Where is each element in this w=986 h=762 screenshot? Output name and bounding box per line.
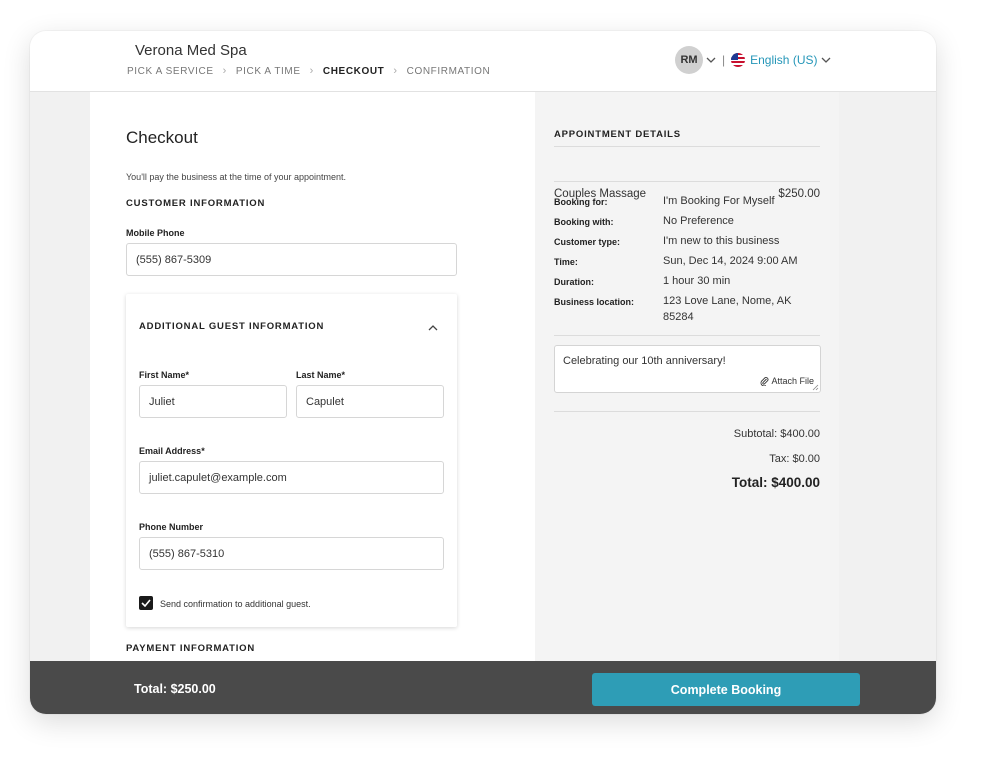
- detail-label: Customer type:: [554, 237, 621, 247]
- avatar[interactable]: RM: [675, 46, 703, 74]
- additional-guest-heading: ADDITIONAL GUEST INFORMATION: [139, 321, 325, 332]
- appointment-details-heading: APPOINTMENT DETAILS: [554, 129, 681, 140]
- divider: |: [722, 53, 726, 67]
- payment-note: You'll pay the business at the time of y…: [126, 172, 347, 182]
- grand-total: Total: $400.00: [731, 475, 820, 490]
- send-confirmation-checkbox[interactable]: [139, 596, 153, 610]
- send-confirmation-label: Send confirmation to additional guest.: [160, 599, 311, 609]
- phone-number-label: Phone Number: [139, 522, 204, 532]
- last-name-input[interactable]: Capulet: [296, 385, 444, 418]
- paperclip-icon: [761, 377, 769, 386]
- appointment-notes-textarea[interactable]: Celebrating our 10th anniversary! Attach…: [554, 345, 821, 393]
- breadcrumb: PICK A SERVICE › PICK A TIME › CHECKOUT …: [127, 65, 499, 77]
- detail-label: Time:: [554, 257, 578, 267]
- footer-total: Total: $250.00: [134, 682, 216, 696]
- detail-label: Booking with:: [554, 217, 614, 227]
- payment-info-heading: PAYMENT INFORMATION: [126, 643, 256, 654]
- detail-value: I'm Booking For Myself: [663, 195, 775, 207]
- email-label: Email Address*: [139, 446, 205, 456]
- detail-value: 1 hour 30 min: [663, 275, 731, 287]
- breadcrumb-chevron-icon: ›: [309, 65, 314, 77]
- detail-value: No Preference: [663, 215, 734, 227]
- footer-bar: Total: $250.00 Complete Booking: [30, 661, 936, 714]
- tax: Tax: $0.00: [769, 453, 820, 465]
- breadcrumb-confirmation: CONFIRMATION: [406, 65, 491, 77]
- subtotal: Subtotal: $400.00: [733, 428, 820, 440]
- booking-window: Verona Med Spa PICK A SERVICE › PICK A T…: [30, 31, 936, 714]
- complete-booking-button[interactable]: Complete Booking: [592, 673, 860, 706]
- resize-handle-icon[interactable]: [812, 384, 819, 391]
- detail-value: 123 Love Lane, Nome, AK 85284: [663, 295, 792, 323]
- detail-label: Duration:: [554, 277, 594, 287]
- header-user-controls: RM | English (US): [675, 46, 831, 74]
- breadcrumb-pick-a-time[interactable]: PICK A TIME: [236, 66, 310, 77]
- customer-info-heading: CUSTOMER INFORMATION: [126, 198, 266, 209]
- divider: [554, 146, 820, 147]
- language-selector[interactable]: English (US): [750, 53, 817, 67]
- breadcrumb-checkout: CHECKOUT: [322, 65, 385, 77]
- appointment-details-panel: APPOINTMENT DETAILS Couples Massage $250…: [535, 92, 839, 662]
- checkout-panel: Checkout You'll pay the business at the …: [90, 92, 535, 662]
- divider: [554, 181, 820, 182]
- attach-file-button[interactable]: Attach File: [760, 376, 814, 386]
- breadcrumb-pick-a-service[interactable]: PICK A SERVICE: [127, 66, 223, 77]
- us-flag-icon: [731, 53, 746, 67]
- divider: [554, 411, 820, 412]
- chevron-down-icon[interactable]: [706, 55, 716, 66]
- email-input[interactable]: juliet.capulet@example.com: [139, 461, 444, 494]
- chevron-down-icon[interactable]: [821, 55, 831, 66]
- page-title: Checkout: [126, 128, 198, 147]
- detail-value: Sun, Dec 14, 2024 9:00 AM: [663, 255, 798, 267]
- detail-label: Business location:: [554, 297, 635, 307]
- breadcrumb-chevron-icon: ›: [222, 65, 227, 77]
- check-icon: [141, 599, 151, 607]
- first-name-label: First Name*: [139, 370, 190, 380]
- notes-text: Celebrating our 10th anniversary!: [563, 355, 726, 367]
- phone-number-input[interactable]: (555) 867-5310: [139, 537, 444, 570]
- attach-file-label: Attach File: [771, 376, 814, 386]
- breadcrumb-chevron-icon: ›: [393, 65, 398, 77]
- chevron-up-icon[interactable]: [428, 318, 438, 331]
- divider: [554, 335, 820, 336]
- first-name-input[interactable]: Juliet: [139, 385, 287, 418]
- detail-label: Booking for:: [554, 197, 608, 207]
- additional-guest-card: ADDITIONAL GUEST INFORMATION First Name*…: [126, 294, 457, 627]
- mobile-phone-input[interactable]: (555) 867-5309: [126, 243, 457, 276]
- header: Verona Med Spa PICK A SERVICE › PICK A T…: [30, 31, 936, 92]
- last-name-label: Last Name*: [296, 370, 346, 380]
- mobile-phone-label: Mobile Phone: [126, 228, 185, 238]
- business-name: Verona Med Spa: [135, 42, 247, 59]
- detail-value: I'm new to this business: [663, 235, 780, 247]
